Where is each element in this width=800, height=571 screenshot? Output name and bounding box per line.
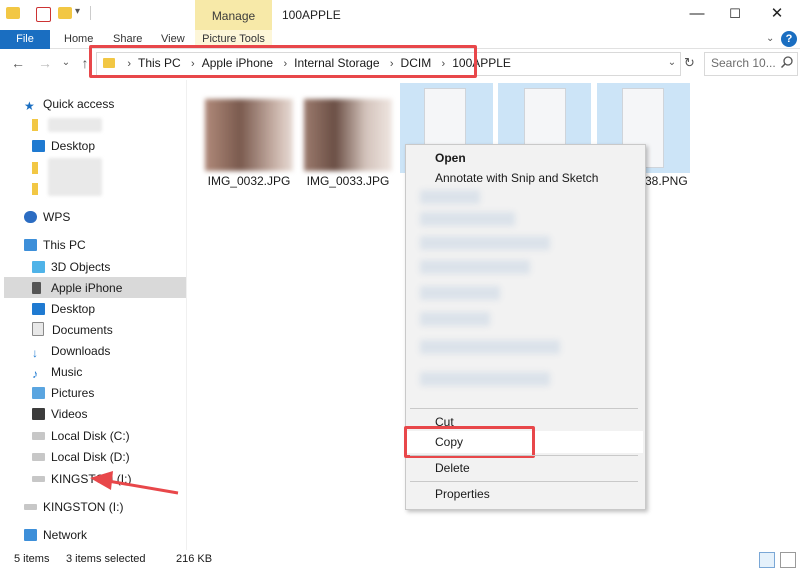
menu-divider <box>410 455 638 456</box>
blurred-menu-item[interactable] <box>420 340 560 354</box>
image-thumbnail[interactable] <box>304 99 392 171</box>
large-icons-view-icon[interactable] <box>780 552 796 568</box>
file-name[interactable]: IMG_0033.JPG <box>298 174 398 188</box>
blurred-menu-item[interactable] <box>420 372 550 386</box>
blurred-menu-item[interactable] <box>420 312 490 326</box>
blurred-menu-item[interactable] <box>420 236 550 250</box>
blurred-menu-item[interactable] <box>420 190 480 204</box>
menu-item-properties[interactable]: Properties <box>435 484 490 504</box>
copy-highlight-box <box>404 426 535 458</box>
item-count: 5 items <box>14 553 50 565</box>
image-thumbnail[interactable] <box>205 99 293 171</box>
menu-item-open[interactable]: Open <box>435 148 466 168</box>
blurred-menu-item[interactable] <box>420 212 515 226</box>
menu-item-annotate[interactable]: Annotate with Snip and Sketch <box>435 168 598 188</box>
selected-count: 3 items selected <box>66 553 146 565</box>
menu-divider <box>410 481 638 482</box>
menu-divider <box>410 408 638 409</box>
file-name[interactable]: 38.PNG <box>645 174 688 188</box>
selected-size: 216 KB <box>176 553 213 565</box>
blurred-menu-item[interactable] <box>420 260 530 274</box>
file-name[interactable]: IMG_0032.JPG <box>199 174 299 188</box>
details-view-icon[interactable] <box>759 552 775 568</box>
menu-item-delete[interactable]: Delete <box>435 458 470 478</box>
blurred-menu-item[interactable] <box>420 286 500 300</box>
